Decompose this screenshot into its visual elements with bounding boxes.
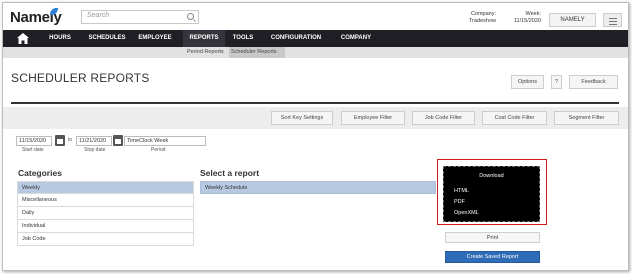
start-date-label: Start date <box>22 147 44 153</box>
subnav-scheduler-reports[interactable]: Scheduler Reports <box>229 47 285 58</box>
menu-icon[interactable] <box>603 13 622 27</box>
download-option-pdf[interactable]: PDF <box>454 199 465 205</box>
search-input[interactable]: Search <box>81 10 199 24</box>
nav-company[interactable]: COMPANY <box>333 30 379 47</box>
category-item-job-code[interactable]: Job Code <box>17 233 194 246</box>
company-value: Tradeshow <box>469 18 497 24</box>
download-option-openxml[interactable]: OpenXML <box>454 210 479 216</box>
period-label: Period <box>151 147 166 153</box>
stop-date-label: Stop date <box>84 147 106 153</box>
nav-schedules[interactable]: SCHEDULES <box>81 30 133 47</box>
calendar-icon[interactable] <box>113 135 123 146</box>
feedback-button[interactable]: Feedback <box>569 75 618 89</box>
create-saved-report-button[interactable]: Create Saved Report <box>445 251 540 263</box>
week-label: Week: <box>525 11 542 17</box>
nav-configuration[interactable]: CONFIGURATION <box>265 30 327 47</box>
download-menu-title[interactable]: Download <box>444 173 539 179</box>
sort-key-settings-button[interactable]: Sort Key Settings <box>271 111 333 125</box>
stop-date-input[interactable]: 11/21/2020 <box>76 136 112 146</box>
main-nav: HOURS SCHEDULES EMPLOYEE REPORTS TOOLS C… <box>3 30 628 47</box>
company-info: Company: Tradeshow <box>469 11 496 25</box>
category-item-daily[interactable]: Daily <box>17 207 194 220</box>
start-date-input[interactable]: 11/15/2020 <box>16 136 52 146</box>
to-label: to <box>68 137 73 143</box>
subnav-period-reports[interactable]: Period Reports <box>185 47 227 58</box>
select-report-title: Select a report <box>200 168 260 178</box>
employee-filter-button[interactable]: Employee Filter <box>341 111 405 125</box>
calendar-icon[interactable] <box>55 135 65 146</box>
categories-title: Categories <box>18 168 62 178</box>
nav-employee[interactable]: EMPLOYEE <box>135 30 175 47</box>
period-select[interactable]: TimeClock Week <box>124 136 206 146</box>
categories-list: Weekly Miscellaneous Daily Individual Jo… <box>17 181 194 246</box>
category-item-miscellaneous[interactable]: Miscellaneous <box>17 194 194 207</box>
title-divider <box>11 102 619 104</box>
cost-code-filter-button[interactable]: Cost Code Filter <box>482 111 547 125</box>
app-window: Namely Search Company: Tradeshow Week: 1… <box>2 2 629 271</box>
search-icon[interactable] <box>187 13 194 20</box>
report-item-weekly-schedule[interactable]: Weekly Schedule <box>200 181 436 194</box>
top-header: Namely Search Company: Tradeshow Week: 1… <box>3 3 628 30</box>
options-button[interactable]: Options <box>511 75 544 89</box>
account-button[interactable]: NAMELY <box>549 13 596 27</box>
week-info: Week: 11/15/2020 <box>503 11 541 25</box>
download-menu: Download HTML PDF OpenXML <box>443 166 540 222</box>
category-item-weekly[interactable]: Weekly <box>17 181 194 194</box>
job-code-filter-button[interactable]: Job Code Filter <box>412 111 475 125</box>
company-label: Company: <box>470 11 497 17</box>
segment-filter-button[interactable]: Segment Filter <box>554 111 619 125</box>
nav-tools[interactable]: TOOLS <box>229 30 257 47</box>
print-button[interactable]: Print <box>445 232 540 243</box>
download-option-html[interactable]: HTML <box>454 188 469 194</box>
sub-nav: Period Reports Scheduler Reports <box>3 47 628 58</box>
help-button[interactable]: ? <box>551 75 562 89</box>
category-item-individual[interactable]: Individual <box>17 220 194 233</box>
nav-hours[interactable]: HOURS <box>43 30 77 47</box>
week-value: 11/15/2020 <box>513 18 541 24</box>
search-placeholder: Search <box>87 12 110 19</box>
favorite-star-icon[interactable]: ☆ <box>121 70 132 84</box>
home-icon[interactable] <box>17 33 29 44</box>
filter-toolbar: Sort Key Settings Employee Filter Job Co… <box>3 107 628 129</box>
nav-reports[interactable]: REPORTS <box>183 30 225 47</box>
